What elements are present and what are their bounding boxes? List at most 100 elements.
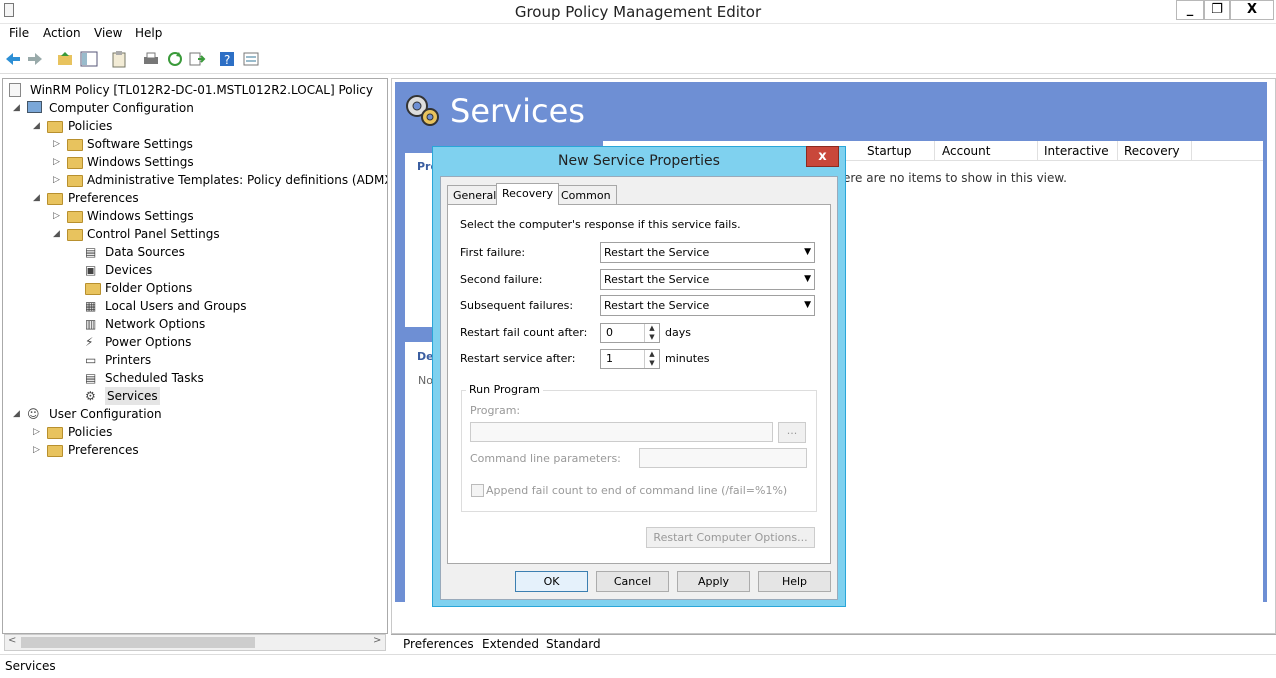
apply-button[interactable]: Apply: [677, 571, 750, 592]
tree-admin-templates[interactable]: ▷ Administrative Templates: Policy defin…: [53, 171, 387, 189]
dialog-close-button[interactable]: x: [806, 146, 839, 167]
folder-icon: [67, 211, 83, 223]
svg-text:?: ?: [224, 53, 230, 67]
command-line-label: Command line parameters:: [470, 452, 621, 465]
up-folder-icon[interactable]: [56, 50, 74, 68]
collapsed-arrow-icon[interactable]: ▷: [53, 171, 60, 189]
tab-common[interactable]: Common: [555, 185, 617, 205]
tree-item-devices[interactable]: ▣ Devices: [85, 261, 285, 279]
scrollbar-thumb[interactable]: [21, 637, 255, 648]
tree-item-scheduled-tasks[interactable]: ▤ Scheduled Tasks: [85, 369, 285, 387]
expanded-arrow-icon[interactable]: ◢: [13, 99, 20, 117]
tab-recovery[interactable]: Recovery: [496, 183, 560, 205]
column-interactive[interactable]: Interactive: [1038, 141, 1118, 161]
append-fail-count-checkbox[interactable]: [471, 484, 484, 497]
tree-policies[interactable]: ◢ Policies: [33, 117, 233, 135]
restart-service-spinner[interactable]: 1 ▲ ▼: [600, 349, 660, 369]
collapsed-arrow-icon[interactable]: ▷: [33, 441, 40, 459]
print-icon[interactable]: [142, 50, 160, 68]
minutes-unit-label: minutes: [665, 352, 710, 365]
menu-action[interactable]: Action: [43, 26, 81, 40]
help-button[interactable]: Help: [758, 571, 831, 592]
tree-pane: WinRM Policy [TL012R2-DC-01.MSTL012R2.LO…: [2, 78, 388, 634]
tree-item-power-options[interactable]: ⚡ Power Options: [85, 333, 285, 351]
reset-fail-count-label: Restart fail count after:: [460, 326, 588, 339]
forward-arrow-icon[interactable]: [26, 50, 44, 68]
column-recovery[interactable]: Recovery: [1118, 141, 1192, 161]
export-list-icon[interactable]: [188, 50, 206, 68]
program-input[interactable]: [470, 422, 773, 442]
scheduled-tasks-icon: ▤: [85, 371, 97, 385]
instruction-text: Select the computer's response if this s…: [460, 218, 741, 231]
clipboard-icon[interactable]: [110, 50, 128, 68]
status-bar: Services: [0, 654, 1276, 678]
spinner-arrows-icon[interactable]: ▲ ▼: [644, 324, 659, 342]
tree-item-network-options[interactable]: ▥ Network Options: [85, 315, 285, 333]
view-tabs: Preferences Extended Standard: [391, 634, 1276, 654]
expanded-arrow-icon[interactable]: ◢: [53, 225, 60, 243]
menu-file[interactable]: File: [9, 26, 29, 40]
properties-icon[interactable]: [242, 50, 260, 68]
collapsed-arrow-icon[interactable]: ▷: [53, 135, 60, 153]
tree-item-services[interactable]: ⚙ Services: [85, 387, 285, 405]
tree-computer-config[interactable]: ◢ Computer Configuration: [13, 99, 313, 117]
tab-standard[interactable]: Standard: [546, 637, 601, 651]
minimize-button[interactable]: _: [1176, 0, 1204, 20]
folder-icon: [47, 121, 63, 133]
collapsed-arrow-icon[interactable]: ▷: [53, 153, 60, 171]
close-button[interactable]: X: [1230, 0, 1274, 20]
title-bar: Group Policy Management Editor _ ❐ X: [0, 0, 1276, 24]
help-icon[interactable]: ?: [218, 50, 236, 68]
folder-icon: [67, 139, 83, 151]
tree-horizontal-scrollbar[interactable]: < >: [4, 634, 386, 651]
tree-item-folder-options[interactable]: Folder Options: [85, 279, 285, 297]
tab-preferences[interactable]: Preferences: [403, 637, 474, 651]
tree-control-panel-settings[interactable]: ◢ Control Panel Settings: [53, 225, 273, 243]
tree-preferences[interactable]: ◢ Preferences: [33, 189, 233, 207]
printer-icon: ▭: [85, 353, 97, 367]
chevron-down-icon: ▼: [804, 274, 811, 284]
tree-user-config[interactable]: ◢ ☺ User Configuration: [13, 405, 213, 423]
spinner-arrows-icon[interactable]: ▲ ▼: [644, 350, 659, 368]
scroll-left-icon[interactable]: <: [8, 635, 16, 646]
tree-user-preferences[interactable]: ▷ Preferences: [33, 441, 233, 459]
days-unit-label: days: [665, 326, 691, 339]
data-sources-icon: ▤: [85, 245, 97, 259]
subsequent-failures-select[interactable]: Restart the Service ▼: [600, 295, 815, 316]
tab-general[interactable]: General: [447, 185, 503, 205]
show-hide-tree-icon[interactable]: [80, 50, 98, 68]
column-account[interactable]: Account: [936, 141, 1038, 161]
column-startup[interactable]: Startup: [861, 141, 935, 161]
tree-item-data-sources[interactable]: ▤ Data Sources: [85, 243, 285, 261]
reset-fail-count-spinner[interactable]: 0 ▲ ▼: [600, 323, 660, 343]
expanded-arrow-icon[interactable]: ◢: [33, 189, 40, 207]
second-failure-select[interactable]: Restart the Service ▼: [600, 269, 815, 290]
cancel-button[interactable]: Cancel: [596, 571, 669, 592]
back-arrow-icon[interactable]: [4, 50, 22, 68]
tree-item-printers[interactable]: ▭ Printers: [85, 351, 285, 369]
refresh-icon[interactable]: [166, 50, 184, 68]
services-gear-icon: ⚙: [85, 389, 96, 403]
tree-software-settings[interactable]: ▷ Software Settings: [53, 135, 253, 153]
command-line-input[interactable]: [639, 448, 807, 468]
tab-extended[interactable]: Extended: [482, 637, 539, 651]
tree-pref-windows-settings[interactable]: ▷ Windows Settings: [53, 207, 253, 225]
expanded-arrow-icon[interactable]: ◢: [13, 405, 20, 423]
devices-icon: ▣: [85, 263, 97, 277]
ok-button[interactable]: OK: [515, 571, 588, 592]
collapsed-arrow-icon[interactable]: ▷: [33, 423, 40, 441]
menu-help[interactable]: Help: [135, 26, 162, 40]
tree-user-policies[interactable]: ▷ Policies: [33, 423, 233, 441]
restart-computer-options-button[interactable]: Restart Computer Options...: [646, 527, 815, 548]
run-program-label: Run Program: [466, 383, 544, 396]
browse-button[interactable]: ...: [778, 422, 806, 443]
tree-item-local-users[interactable]: ▦ Local Users and Groups: [85, 297, 285, 315]
collapsed-arrow-icon[interactable]: ▷: [53, 207, 60, 225]
menu-view[interactable]: View: [94, 26, 122, 40]
folder-icon: [67, 175, 83, 187]
restore-button[interactable]: ❐: [1204, 0, 1230, 20]
tree-windows-settings[interactable]: ▷ Windows Settings: [53, 153, 253, 171]
expanded-arrow-icon[interactable]: ◢: [33, 117, 40, 135]
first-failure-select[interactable]: Restart the Service ▼: [600, 242, 815, 263]
scroll-right-icon[interactable]: >: [373, 635, 381, 646]
